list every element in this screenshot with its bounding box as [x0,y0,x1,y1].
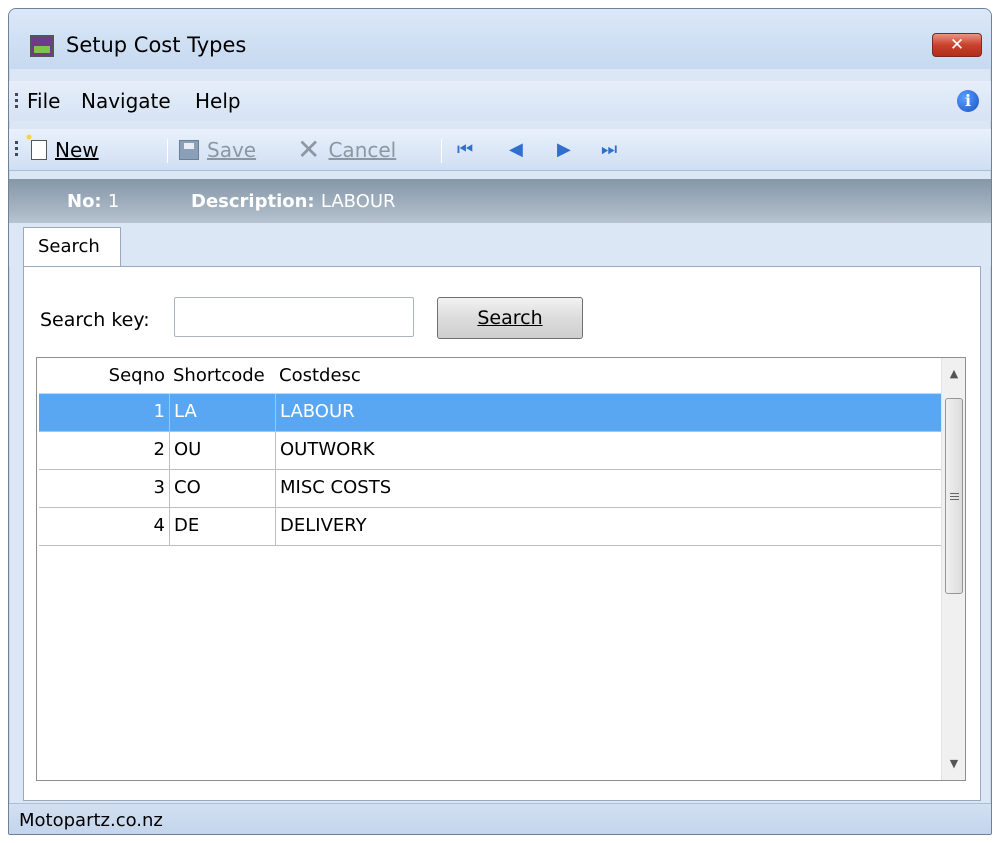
menu-file[interactable]: File [27,89,60,113]
table-row[interactable]: 1 LA LABOUR [39,394,947,432]
cell-costdesc: LABOUR [275,394,947,431]
new-document-icon [25,133,47,160]
new-button[interactable]: New [25,133,99,165]
close-button[interactable]: ✕ [932,33,982,57]
search-key-input[interactable] [174,297,414,337]
record-no-value: 1 [107,191,120,212]
table-row[interactable]: 4 DE DELIVERY [39,508,947,546]
cell-seqno: 1 [153,401,165,422]
cell-seqno: 4 [153,515,165,536]
grid-header: Seqno Shortcode Costdesc [39,358,947,394]
cell-costdesc: DELIVERY [275,508,947,545]
previous-record-icon[interactable]: ◀ [509,141,523,159]
toolbar-separator [441,139,442,163]
new-label: New [55,138,99,162]
cancel-button[interactable]: ✕ Cancel [297,135,396,165]
save-label: Save [207,138,257,162]
last-record-icon[interactable]: ⏭ [601,141,617,159]
table-row[interactable]: 2 OU OUTWORK [39,432,947,470]
menu-bar: File Navigate Help i [9,81,991,121]
cancel-x-icon: ✕ [297,133,321,166]
cell-seqno: 2 [153,439,165,460]
cell-shortcode: LA [169,394,275,431]
table-row[interactable]: 3 CO MISC COSTS [39,470,947,508]
setup-cost-types-window: Setup Cost Types ✕ File Navigate Help i … [8,8,992,835]
vertical-scrollbar[interactable]: ▲ ▼ [941,358,965,780]
toolbar-separator [167,139,168,163]
search-panel: Search key: Search Seqno Shortcode Costd… [23,266,981,801]
first-record-icon[interactable]: ⏮ [457,141,473,159]
cell-costdesc: MISC COSTS [275,470,947,507]
thumb-grip-icon [950,493,959,501]
record-description: Description: LABOUR [191,191,396,212]
search-button-label: Search [477,307,543,329]
scroll-up-arrow-icon[interactable]: ▲ [942,362,965,386]
title-bar[interactable]: Setup Cost Types ✕ [9,9,991,69]
grid-body: Seqno Shortcode Costdesc 1 LA LABOUR 2 O… [39,358,947,546]
toolbar-grip-icon [15,141,18,159]
cell-costdesc: OUTWORK [275,432,947,469]
next-record-icon[interactable]: ▶ [557,141,571,159]
cell-seqno: 3 [153,477,165,498]
column-header-costdesc[interactable]: Costdesc [275,358,947,393]
scroll-thumb[interactable] [945,398,963,594]
column-header-shortcode[interactable]: Shortcode [169,358,275,393]
save-disk-icon [179,140,199,160]
menu-help[interactable]: Help [195,89,241,113]
menu-grip-icon [15,93,18,111]
status-text: Motopartz.co.nz [19,810,163,831]
record-no: No: 1 [67,191,119,212]
tab-search[interactable]: Search [23,227,121,269]
app-icon [30,35,54,57]
cell-shortcode: CO [169,470,275,507]
record-description-value: LABOUR [320,191,396,212]
cell-shortcode: OU [169,432,275,469]
menu-navigate[interactable]: Navigate [81,89,171,113]
column-header-seqno[interactable]: Seqno [39,358,167,393]
window-title: Setup Cost Types [66,33,247,57]
tab-strip: Search [9,223,991,269]
status-bar: Motopartz.co.nz [9,803,991,834]
cancel-label: Cancel [328,138,397,162]
search-key-label: Search key: [40,309,150,331]
record-info-bar: No: 1 Description: LABOUR [9,179,991,223]
toolbar: New Save ✕ Cancel ⏮ ◀ ▶ ⏭ [9,129,991,171]
record-no-label: No: [67,191,102,212]
cost-types-grid: Seqno Shortcode Costdesc 1 LA LABOUR 2 O… [36,357,966,781]
save-button[interactable]: Save [179,135,256,165]
scroll-down-arrow-icon[interactable]: ▼ [942,752,965,776]
record-description-label: Description: [191,191,315,212]
cell-shortcode: DE [169,508,275,545]
info-icon[interactable]: i [957,90,979,112]
search-button[interactable]: Search [437,297,583,339]
